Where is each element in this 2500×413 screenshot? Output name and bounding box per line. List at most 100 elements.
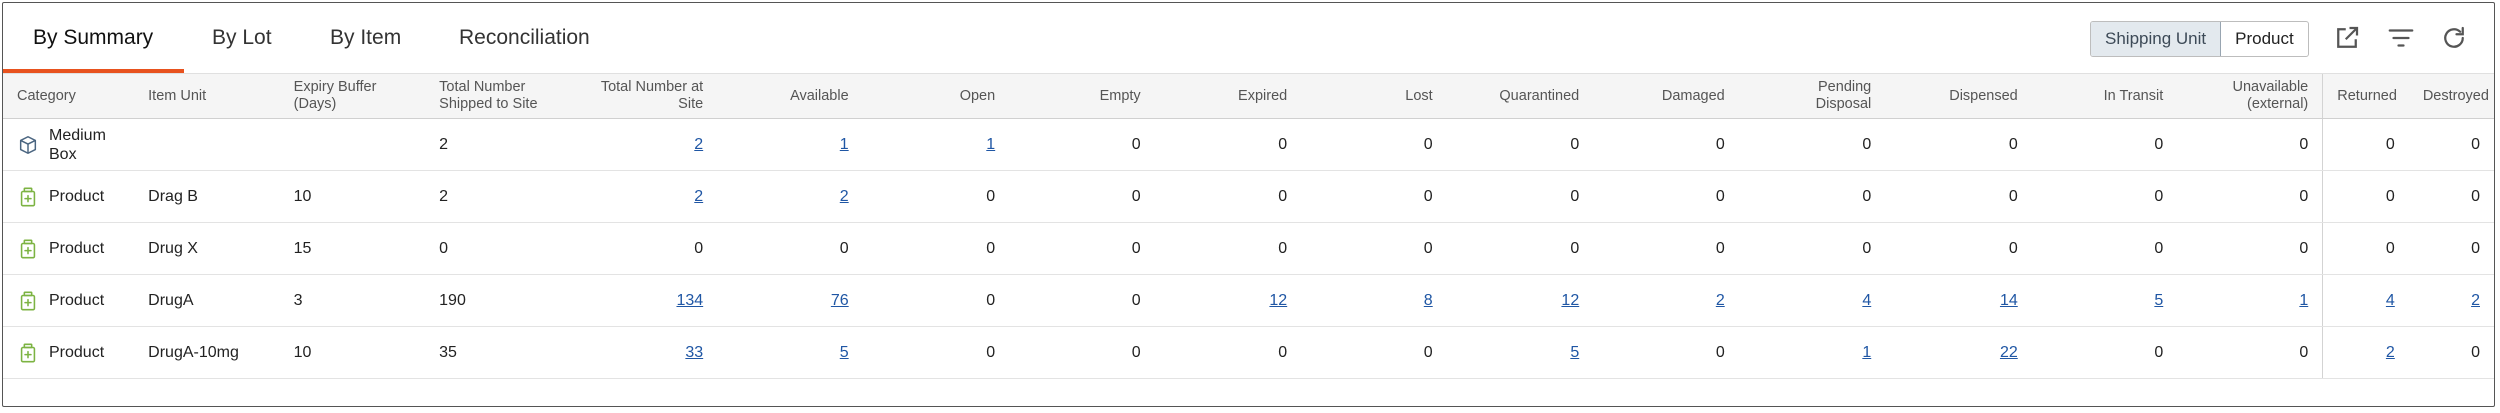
cell-damaged: 0 (1593, 326, 1739, 379)
cell-dispensed: 0 (1885, 170, 2032, 223)
cell-damaged: 0 (1593, 222, 1739, 275)
col-destroyed[interactable]: Destroyed (2408, 74, 2494, 119)
product-toggle[interactable]: Product (2221, 22, 2308, 56)
cell-quarantined: 0 (1446, 118, 1594, 171)
cell-expired: 0 (1154, 326, 1302, 379)
tab-bar: By Summary By Lot By Item Reconciliation… (3, 3, 2494, 74)
cell-unavail: 0 (2177, 326, 2323, 379)
table-row: Product Drug X 15 0 0 0 0 0 0 0 0 0 0 0 0 0 0 0 (3, 222, 2494, 275)
cell-returned: 2 (2322, 326, 2409, 379)
cell-pending-link[interactable]: 4 (1862, 292, 1871, 309)
cell-atsite: 134 (570, 274, 718, 327)
tab-by-summary[interactable]: By Summary (33, 3, 153, 73)
cell-damaged-link[interactable]: 2 (1716, 292, 1725, 309)
col-total-shipped[interactable]: Total Number Shipped to Site (425, 74, 571, 119)
cell-open: 0 (862, 326, 1010, 379)
cell-atsite-link[interactable]: 33 (685, 344, 703, 361)
cell-expiry (279, 118, 426, 171)
col-item-unit[interactable]: Item Unit (134, 74, 280, 119)
cell-quarantined: 12 (1446, 274, 1594, 327)
cell-quarantined: 0 (1446, 222, 1594, 275)
cell-item-unit: DrugA-10mg (134, 326, 280, 379)
tab-reconciliation[interactable]: Reconciliation (459, 3, 590, 73)
col-returned[interactable]: Returned (2322, 74, 2409, 119)
tab-by-lot[interactable]: By Lot (212, 3, 272, 73)
cell-available-link[interactable]: 1 (840, 136, 849, 153)
cell-shipped: 2 (425, 118, 571, 171)
cell-atsite: 2 (570, 118, 718, 171)
cell-returned-link[interactable]: 4 (2386, 292, 2395, 309)
refresh-icon[interactable] (2439, 23, 2469, 53)
cell-open-link[interactable]: 1 (986, 136, 995, 153)
product-bottle-icon (17, 342, 39, 364)
cell-dispensed-link[interactable]: 22 (2000, 344, 2018, 361)
col-expiry-buffer[interactable]: Expiry Buffer (Days) (279, 74, 426, 119)
cell-destroyed-link[interactable]: 2 (2471, 292, 2480, 309)
cell-available: 0 (717, 222, 863, 275)
cell-available-link[interactable]: 5 (840, 344, 849, 361)
col-available[interactable]: Available (717, 74, 863, 119)
cell-item-unit: DrugA (134, 274, 280, 327)
cell-expired: 12 (1154, 274, 1302, 327)
col-in-transit[interactable]: In Transit (2031, 74, 2178, 119)
col-total-at-site[interactable]: Total Number at Site (570, 74, 718, 119)
cell-expired: 0 (1154, 170, 1302, 223)
cell-shipped: 0 (425, 222, 571, 275)
cell-quarantined-link[interactable]: 5 (1570, 344, 1579, 361)
cell-quarantined: 0 (1446, 170, 1594, 223)
cell-item-unit (134, 118, 280, 171)
col-lost[interactable]: Lost (1301, 74, 1447, 119)
export-icon[interactable] (2332, 23, 2362, 53)
col-unavailable-external[interactable]: Unavailable (external) (2177, 74, 2323, 119)
inventory-panel: By Summary By Lot By Item Reconciliation… (2, 2, 2495, 407)
cell-returned-link[interactable]: 2 (2386, 344, 2395, 361)
col-damaged[interactable]: Damaged (1593, 74, 1739, 119)
cell-transit: 5 (2031, 274, 2178, 327)
cell-quarantined: 5 (1446, 326, 1594, 379)
cell-dispensed: 14 (1885, 274, 2032, 327)
cell-atsite-link[interactable]: 2 (694, 188, 703, 205)
filter-icon[interactable] (2386, 23, 2416, 53)
cell-atsite-link[interactable]: 2 (694, 136, 703, 153)
tab-by-item[interactable]: By Item (330, 3, 401, 73)
col-expired[interactable]: Expired (1154, 74, 1302, 119)
cell-available: 1 (717, 118, 863, 171)
cell-expiry: 3 (279, 274, 426, 327)
cell-atsite: 0 (570, 222, 718, 275)
cell-expired-link[interactable]: 12 (1269, 292, 1287, 309)
cell-available-link[interactable]: 76 (831, 292, 849, 309)
active-tab-indicator (3, 69, 184, 73)
col-dispensed[interactable]: Dispensed (1885, 74, 2032, 119)
cell-lost: 0 (1301, 118, 1447, 171)
cell-destroyed: 0 (2408, 326, 2494, 379)
cell-available-link[interactable]: 2 (840, 188, 849, 205)
table-header-row: Category Item Unit Expiry Buffer (Days) T… (3, 74, 2494, 119)
category-label: Product (49, 240, 105, 257)
cell-returned: 4 (2322, 274, 2409, 327)
category-cell: Product (3, 222, 135, 275)
view-toggle: Shipping Unit Product (2090, 21, 2309, 57)
cell-dispensed: 0 (1885, 222, 2032, 275)
cell-pending-link[interactable]: 1 (1862, 344, 1871, 361)
cell-lost-link[interactable]: 8 (1424, 292, 1433, 309)
col-category[interactable]: Category (3, 74, 135, 119)
col-open[interactable]: Open (862, 74, 1010, 119)
cell-dispensed-link[interactable]: 14 (2000, 292, 2018, 309)
summary-table: Category Item Unit Expiry Buffer (Days) T… (3, 74, 2494, 379)
table-row: Medium Box 2 2 1 1 0 0 0 0 0 0 0 0 0 0 0 (3, 118, 2494, 171)
shipping-unit-toggle[interactable]: Shipping Unit (2091, 22, 2222, 56)
cell-quarantined-link[interactable]: 12 (1561, 292, 1579, 309)
col-pending-disposal[interactable]: Pending Disposal (1738, 74, 1886, 119)
cell-available: 76 (717, 274, 863, 327)
cell-destroyed: 0 (2408, 170, 2494, 223)
cell-transit-link[interactable]: 5 (2154, 292, 2163, 309)
col-quarantined[interactable]: Quarantined (1446, 74, 1594, 119)
cell-atsite-link[interactable]: 134 (676, 292, 703, 309)
cell-returned: 0 (2322, 222, 2409, 275)
cell-destroyed: 2 (2408, 274, 2494, 327)
cell-unavail-link[interactable]: 1 (2299, 292, 2308, 309)
table-row: Product Drag B 10 2 2 2 0 0 0 0 0 0 0 0 0 0 0 0 (3, 170, 2494, 223)
cell-unavail: 0 (2177, 222, 2323, 275)
col-empty[interactable]: Empty (1009, 74, 1155, 119)
cell-open: 1 (862, 118, 1010, 171)
